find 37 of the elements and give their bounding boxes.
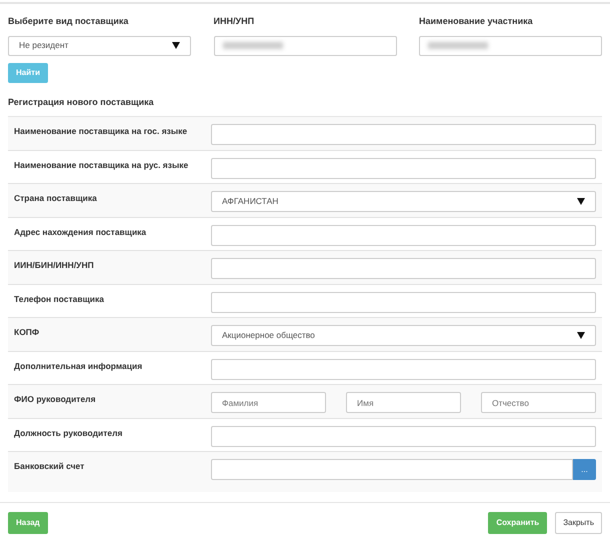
text-field[interactable]	[211, 224, 596, 246]
field-label: ИНН/УНП	[214, 15, 256, 28]
field-label: Страна поставщика	[14, 192, 98, 205]
text-field[interactable]: Отчество	[481, 392, 596, 413]
caret-icon	[577, 198, 585, 205]
participant-name-field[interactable]	[419, 36, 602, 56]
text-field[interactable]	[211, 258, 596, 279]
text-field[interactable]: Имя	[346, 392, 461, 413]
field-label: Адрес нахождения поставщика	[14, 226, 148, 239]
field-label: Наименование поставщика на гос. языке	[14, 125, 188, 138]
dropdown-field[interactable]: Акционерное общество	[211, 325, 596, 346]
field-label: ФИО руководителя	[14, 393, 97, 406]
blurred-value	[222, 42, 282, 49]
caret-icon	[577, 332, 585, 339]
close-button[interactable]: Закрыть	[555, 512, 602, 534]
blurred-value	[428, 42, 488, 49]
inn-field[interactable]	[214, 36, 396, 56]
field-label: Выберите вид поставщика	[8, 15, 130, 28]
field-label: ИИН/БИН/ИНН/УНП	[14, 259, 95, 272]
text-field[interactable]: Фамилия	[211, 392, 326, 413]
text-field[interactable]	[211, 358, 596, 380]
text-field[interactable]	[211, 124, 596, 145]
text-field[interactable]	[211, 158, 596, 178]
field-label: КОПФ	[14, 326, 40, 339]
browse-button[interactable]: ...	[573, 459, 596, 480]
field-label: Дополнительная информация	[14, 360, 144, 373]
field-label: Должность руководителя	[14, 426, 124, 440]
supplier-type-select[interactable]: Не резидент	[8, 36, 191, 56]
text-field[interactable]	[211, 426, 596, 446]
caret-icon	[172, 42, 180, 49]
field-label: Телефон поставщика	[14, 292, 105, 306]
field-label: Банковский счет	[14, 460, 86, 473]
dropdown-field[interactable]: АФГАНИСТАН	[211, 191, 596, 212]
field-label: Наименование поставщика на рус. языке	[14, 158, 190, 172]
field-label: Наименование участника	[419, 15, 534, 28]
text-field[interactable]	[211, 292, 596, 312]
text-field[interactable]	[211, 459, 573, 480]
